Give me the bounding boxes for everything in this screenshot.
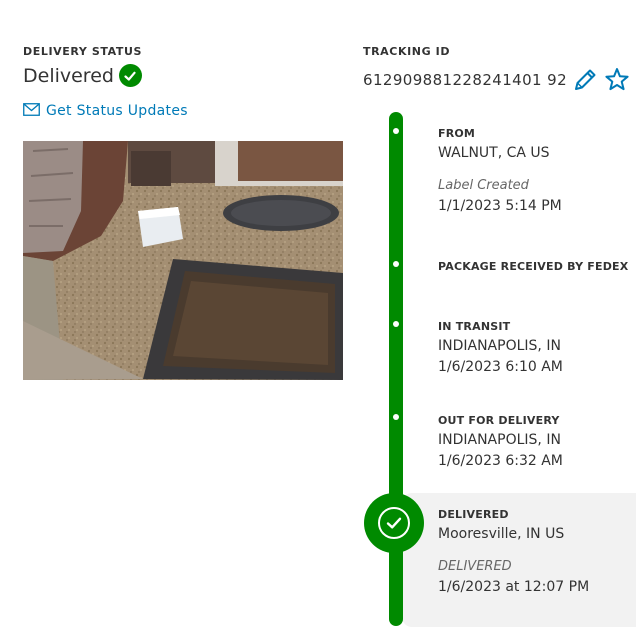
event-datetime: 1/1/2023 5:14 PM	[438, 198, 562, 214]
event-title: OUT FOR DELIVERY	[438, 414, 560, 427]
envelope-icon	[23, 101, 40, 120]
delivery-photo[interactable]	[23, 141, 343, 380]
timeline-event-out-for-delivery: OUT FOR DELIVERY INDIANAPOLIS, IN 1/6/20…	[438, 414, 563, 469]
timeline-event-delivered: DELIVERED Mooresville, IN US DELIVERED 1…	[438, 508, 589, 595]
get-status-updates-link[interactable]: Get Status Updates	[23, 101, 188, 120]
event-datetime: 1/6/2023 6:32 AM	[438, 453, 563, 469]
event-location: Mooresville, IN US	[438, 526, 565, 542]
check-circle-icon	[118, 64, 142, 87]
timeline-dot	[393, 321, 399, 327]
delivery-status-label: DELIVERY STATUS	[23, 45, 143, 58]
get-status-updates-label: Get Status Updates	[46, 102, 188, 119]
timeline-event-from: FROM WALNUT, CA US Label Created 1/1/202…	[438, 127, 562, 214]
event-datetime: 1/6/2023 at 12:07 PM	[438, 579, 590, 595]
event-note: Label Created	[438, 178, 529, 193]
event-location: WALNUT, CA US	[438, 145, 550, 161]
timeline-dot	[393, 261, 399, 267]
event-title: FROM	[438, 127, 476, 140]
delivery-status-text: Delivered	[23, 64, 114, 87]
event-note: DELIVERED	[438, 559, 512, 574]
tracking-number: 612909881228241401 92	[363, 71, 568, 89]
tracking-id-label: TRACKING ID	[363, 45, 451, 58]
event-title: IN TRANSIT	[438, 320, 511, 333]
tracking-id: 612909881228241401 92	[363, 66, 631, 94]
timeline-event-in-transit: IN TRANSIT INDIANAPOLIS, IN 1/6/2023 6:1…	[438, 320, 563, 375]
timeline-event-received: PACKAGE RECEIVED BY FEDEX	[438, 260, 628, 273]
timeline-dot	[393, 414, 399, 420]
pencil-icon[interactable]	[571, 66, 599, 94]
event-title: PACKAGE RECEIVED BY FEDEX	[438, 260, 629, 273]
delivery-photo-image	[23, 141, 343, 380]
star-icon[interactable]	[603, 66, 631, 94]
timeline-dot	[393, 128, 399, 134]
event-title: DELIVERED	[438, 508, 509, 521]
delivered-check-icon	[364, 493, 424, 553]
event-location: INDIANAPOLIS, IN	[438, 432, 561, 448]
event-location: INDIANAPOLIS, IN	[438, 338, 561, 354]
delivery-status: Delivered	[23, 64, 142, 87]
event-datetime: 1/6/2023 6:10 AM	[438, 359, 563, 375]
